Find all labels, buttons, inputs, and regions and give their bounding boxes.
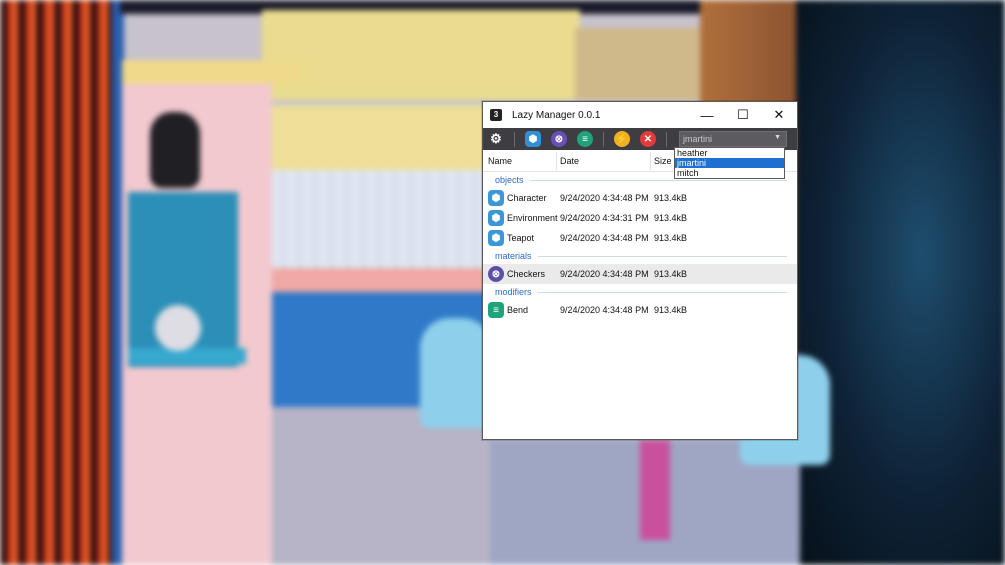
column-header-name[interactable]: Name [488, 156, 512, 166]
delete-button[interactable]: ✕ [640, 131, 656, 147]
group-header-modifiers: modifiers [483, 284, 797, 300]
user-select-value: jmartini [683, 134, 713, 144]
item-size: 913.4kB [654, 305, 688, 315]
item-name: Teapot [507, 233, 535, 243]
toolbar-separator [603, 131, 604, 147]
cube-icon: ⬢ [528, 133, 538, 145]
group-divider [537, 255, 787, 257]
group-label: objects [495, 175, 524, 185]
item-size: 913.4kB [654, 269, 688, 279]
minimize-button[interactable]: — [689, 102, 725, 128]
user-option-mitch[interactable]: mitch [675, 168, 784, 178]
user-select[interactable]: jmartini ▼ [679, 131, 787, 147]
table-row[interactable]: ⊗ Checkers 9/24/2020 4:34:48 PM 913.4kB [483, 264, 797, 284]
item-size: 913.4kB [654, 233, 688, 243]
close-button[interactable]: ✕ [761, 102, 797, 128]
table-row[interactable]: ⬢ Character 9/24/2020 4:34:48 PM 913.4kB [483, 188, 797, 208]
column-divider[interactable] [556, 152, 557, 170]
item-date: 9/24/2020 4:34:48 PM [560, 269, 649, 279]
toolbar-separator [514, 131, 515, 147]
cube-icon: ⬢ [488, 230, 504, 246]
checker-sphere-icon: ⊗ [488, 266, 504, 282]
list-icon: ≡ [582, 133, 588, 145]
cube-icon: ⬢ [488, 210, 504, 226]
item-name: Checkers [507, 269, 546, 279]
maximize-button[interactable]: ☐ [725, 102, 761, 128]
item-name: Character [507, 193, 547, 203]
column-header-date[interactable]: Date [560, 156, 579, 166]
chevron-down-icon: ▼ [774, 134, 781, 141]
app-logo-icon: 3 [490, 109, 502, 121]
item-date: 9/24/2020 4:34:31 PM [560, 213, 649, 223]
group-label: modifiers [495, 287, 532, 297]
item-name: Environment [507, 213, 558, 223]
group-label: materials [495, 251, 532, 261]
lightning-button[interactable]: ⚡ [614, 131, 630, 147]
lightning-icon: ⚡ [615, 133, 629, 145]
item-date: 9/24/2020 4:34:48 PM [560, 193, 649, 203]
cube-icon: ⬢ [488, 190, 504, 206]
table-row[interactable]: ⬢ Teapot 9/24/2020 4:34:48 PM 913.4kB [483, 228, 797, 248]
modifiers-filter-button[interactable]: ≡ [577, 131, 593, 147]
item-date: 9/24/2020 4:34:48 PM [560, 305, 649, 315]
user-option-jmartini[interactable]: jmartini [675, 158, 784, 168]
group-divider [537, 291, 787, 293]
settings-button[interactable]: ⚙ [488, 131, 504, 147]
list-icon: ≡ [488, 302, 504, 318]
close-circle-icon: ✕ [643, 133, 653, 145]
column-divider[interactable] [650, 152, 651, 170]
window-title: Lazy Manager 0.0.1 [512, 109, 601, 121]
title-bar[interactable]: 3 Lazy Manager 0.0.1 — ☐ ✕ [483, 102, 797, 128]
gear-icon: ⚙ [490, 131, 502, 146]
materials-filter-button[interactable]: ⊗ [551, 131, 567, 147]
user-option-heather[interactable]: heather [675, 148, 784, 158]
objects-filter-button[interactable]: ⬢ [525, 131, 541, 147]
group-divider [529, 179, 787, 181]
table-row[interactable]: ⬢ Environment 9/24/2020 4:34:31 PM 913.4… [483, 208, 797, 228]
toolbar-separator [666, 131, 667, 147]
item-name: Bend [507, 305, 529, 315]
item-date: 9/24/2020 4:34:48 PM [560, 233, 649, 243]
lazy-manager-window: 3 Lazy Manager 0.0.1 — ☐ ✕ ⚙ ⬢ ⊗ ≡ ⚡ ✕ j… [482, 101, 798, 440]
column-header-size[interactable]: Size [654, 156, 672, 166]
group-header-materials: materials [483, 248, 797, 264]
user-dropdown-list: heather jmartini mitch [674, 147, 785, 179]
item-size: 913.4kB [654, 193, 688, 203]
table-row[interactable]: ≡ Bend 9/24/2020 4:34:48 PM 913.4kB [483, 300, 797, 320]
item-size: 913.4kB [654, 213, 688, 223]
checker-sphere-icon: ⊗ [554, 133, 564, 145]
